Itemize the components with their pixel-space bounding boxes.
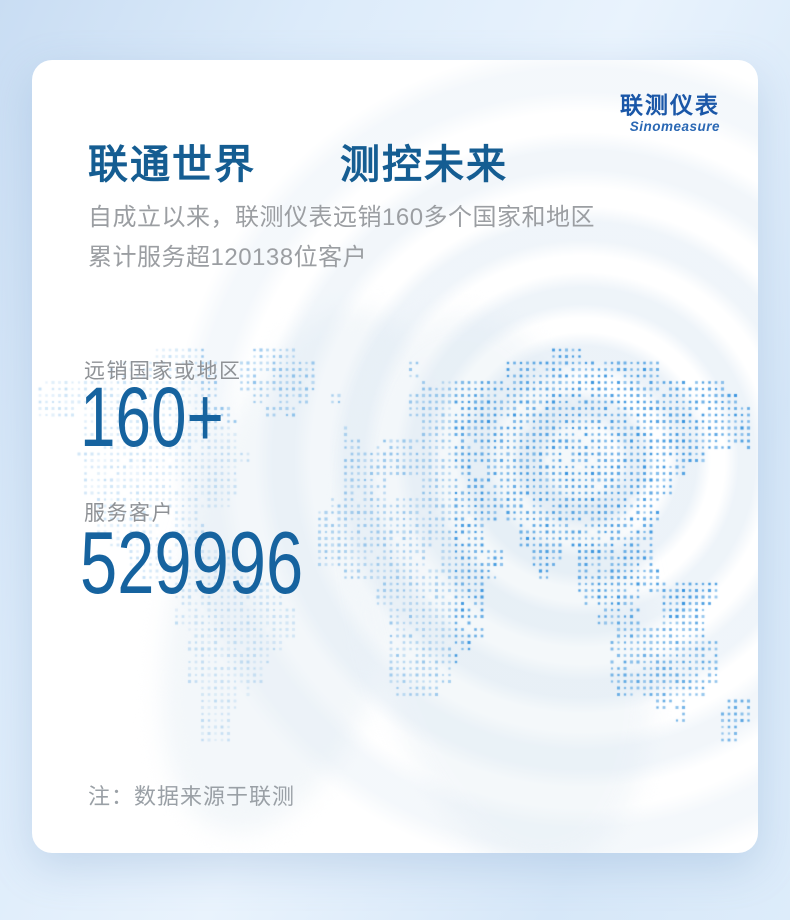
brand-logo: 联测仪表 Sinomeasure xyxy=(620,93,720,134)
brand-logo-en: Sinomeasure xyxy=(620,119,720,134)
subtitle-line-2: 累计服务超120138位客户 xyxy=(88,238,595,278)
stat-countries-value: 160+ xyxy=(80,372,224,463)
brand-logo-cn: 联测仪表 xyxy=(620,93,720,117)
page-background: 联测仪表 Sinomeasure 联通世界 测控未来 自成立以来，联测仪表远销1… xyxy=(0,0,790,920)
page-subtitle: 自成立以来，联测仪表远销160多个国家和地区 累计服务超120138位客户 xyxy=(88,198,595,278)
data-source-note: 注：数据来源于联测 xyxy=(88,779,295,811)
page-title: 联通世界 测控未来 xyxy=(88,132,508,190)
subtitle-line-1: 自成立以来，联测仪表远销160多个国家和地区 xyxy=(88,198,595,238)
stats-card: 联测仪表 Sinomeasure 联通世界 测控未来 自成立以来，联测仪表远销1… xyxy=(32,60,758,853)
stat-customers-value: 529996 xyxy=(80,515,303,610)
